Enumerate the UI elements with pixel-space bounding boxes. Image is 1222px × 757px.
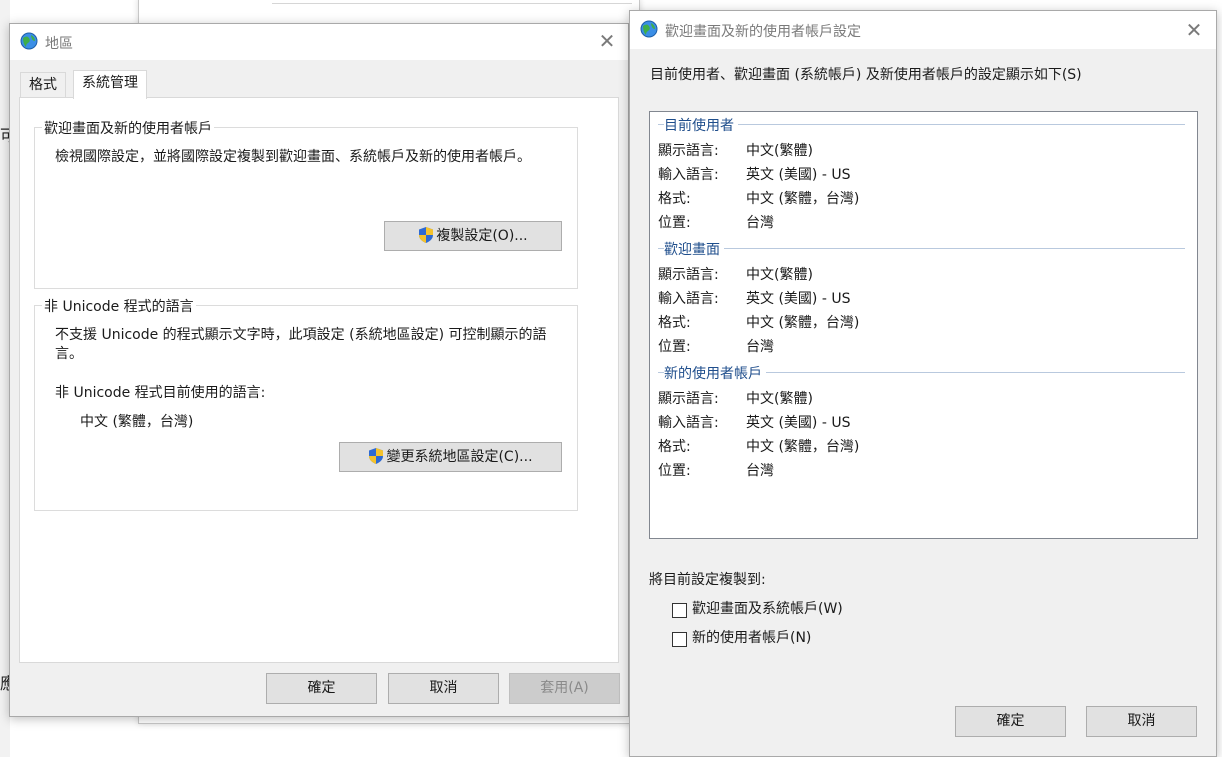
close-icon[interactable]: ✕ [598, 31, 616, 51]
display-language-key: 顯示語言: [658, 267, 719, 283]
settings-intro-text: 目前使用者、歡迎畫面 (系統帳戶) 及新使用者帳戶的設定顯示如下(S) [650, 67, 1082, 83]
change-system-locale-label: 變更系統地區設定(C)... [386, 449, 533, 465]
format-value: 中文 (繁體，台灣) [746, 439, 860, 455]
copy-settings-button[interactable]: 複製設定(O)... [384, 221, 562, 251]
input-language-key: 輸入語言: [658, 415, 719, 431]
welcome-ok-button[interactable]: 確定 [955, 706, 1066, 737]
input-language-value: 英文 (美國) - US [746, 167, 851, 183]
location-key: 位置: [658, 463, 691, 479]
region-ok-button[interactable]: 確定 [266, 673, 377, 704]
welcome-cancel-button[interactable]: 取消 [1086, 706, 1197, 737]
display-language-value: 中文(繁體) [746, 267, 813, 283]
tab-panel-administrative: 歡迎畫面及新的使用者帳戶 檢視國際設定，並將國際設定複製到歡迎畫面、系統帳戶及新… [19, 97, 619, 663]
input-language-value: 英文 (美國) - US [746, 291, 851, 307]
non-unicode-group-legend: 非 Unicode 程式的語言 [42, 296, 196, 316]
region-dialog: 地區 ✕ 格式 系統管理 歡迎畫面及新的使用者帳戶 檢視國際設定，並將國際設定複… [9, 23, 629, 717]
section-heading-welcome-screen: 歡迎畫面 [664, 239, 724, 259]
copy-to-label: 將目前設定複製到: [649, 572, 766, 588]
region-dialog-titlebar: 地區 ✕ [10, 24, 628, 60]
input-language-key: 輸入語言: [658, 291, 719, 307]
globe-icon [640, 20, 658, 38]
location-key: 位置: [658, 339, 691, 355]
new-user-checkbox-label[interactable]: 新的使用者帳戶(N) [692, 629, 811, 648]
welcome-screen-checkbox-label[interactable]: 歡迎畫面及系統帳戶(W) [692, 600, 843, 619]
new-user-checkbox[interactable] [672, 632, 687, 647]
current-language-value: 中文 (繁體，台灣) [80, 414, 194, 430]
display-language-value: 中文(繁體) [746, 391, 813, 407]
display-language-key: 顯示語言: [658, 143, 719, 159]
location-value: 台灣 [746, 339, 774, 355]
region-cancel-button[interactable]: 取消 [388, 673, 499, 704]
welcome-group-description: 檢視國際設定，並將國際設定複製到歡迎畫面、系統帳戶及新的使用者帳戶。 [55, 149, 531, 165]
globe-icon [20, 32, 38, 50]
tab-administrative[interactable]: 系統管理 [73, 70, 147, 99]
location-value: 台灣 [746, 215, 774, 231]
background-divider [272, 0, 632, 4]
welcome-screen-group: 歡迎畫面及新的使用者帳戶 檢視國際設定，並將國際設定複製到歡迎畫面、系統帳戶及新… [34, 118, 578, 289]
input-language-value: 英文 (美國) - US [746, 415, 851, 431]
region-dialog-title: 地區 [45, 36, 73, 52]
location-value: 台灣 [746, 463, 774, 479]
welcome-settings-title: 歡迎畫面及新的使用者帳戶設定 [665, 24, 861, 40]
tab-formats[interactable]: 格式 [20, 72, 66, 99]
format-key: 格式: [658, 191, 691, 207]
welcome-group-legend: 歡迎畫面及新的使用者帳戶 [42, 118, 214, 138]
welcome-settings-dialog: 歡迎畫面及新的使用者帳戶設定 ✕ 目前使用者、歡迎畫面 (系統帳戶) 及新使用者… [629, 10, 1217, 757]
format-value: 中文 (繁體，台灣) [746, 191, 860, 207]
format-key: 格式: [658, 439, 691, 455]
non-unicode-group: 非 Unicode 程式的語言 不支援 Unicode 的程式顯示文字時，此項設… [34, 296, 578, 511]
display-language-value: 中文(繁體) [746, 143, 813, 159]
uac-shield-icon [419, 227, 434, 243]
display-language-key: 顯示語言: [658, 391, 719, 407]
change-system-locale-button[interactable]: 變更系統地區設定(C)... [339, 442, 562, 472]
current-language-label: 非 Unicode 程式目前使用的語言: [55, 385, 266, 401]
section-heading-current-user: 目前使用者 [664, 115, 738, 135]
section-divider [658, 248, 1185, 249]
close-icon[interactable]: ✕ [1185, 20, 1203, 40]
welcome-screen-checkbox[interactable] [672, 603, 687, 618]
non-unicode-description: 不支援 Unicode 的程式顯示文字時，此項設定 (系統地區設定) 可控制顯示… [55, 327, 547, 362]
format-value: 中文 (繁體，台灣) [746, 315, 860, 331]
location-key: 位置: [658, 215, 691, 231]
region-apply-button[interactable]: 套用(A) [509, 673, 620, 704]
section-heading-new-user-accounts: 新的使用者帳戶 [664, 363, 766, 383]
input-language-key: 輸入語言: [658, 167, 719, 183]
welcome-settings-titlebar: 歡迎畫面及新的使用者帳戶設定 ✕ [630, 11, 1216, 49]
format-key: 格式: [658, 315, 691, 331]
settings-display-box[interactable]: 目前使用者 顯示語言: 中文(繁體) 輸入語言: 英文 (美國) - US 格式… [649, 111, 1198, 539]
uac-shield-icon [369, 448, 384, 464]
copy-settings-label: 複製設定(O)... [436, 228, 528, 244]
